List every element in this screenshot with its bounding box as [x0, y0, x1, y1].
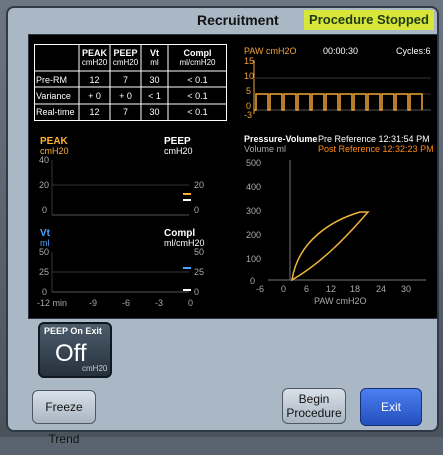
table-cell: 30	[149, 75, 160, 85]
table-cell: + 0	[119, 91, 132, 101]
col-peak-label: PEAK	[81, 48, 107, 58]
row-name-realtime: Real-time	[36, 107, 75, 117]
begin-procedure-button[interactable]: Begin Procedure	[282, 388, 346, 424]
pv-plot	[268, 160, 426, 282]
col-peep-label: PEEP	[113, 48, 138, 58]
col-vt-unit: ml	[150, 58, 159, 67]
paw-waveform: PAW cmH2O 00:00:30 Cycles:6 15 10 5 0 -3	[238, 44, 436, 121]
col-compl-unit: ml/cmH20	[179, 58, 216, 67]
table-cell: 12	[89, 107, 100, 117]
title-bar: Recruitment Procedure Stopped	[9, 10, 434, 32]
row-name-variance: Variance	[36, 91, 71, 101]
status-badge: Procedure Stopped	[304, 10, 434, 30]
table-cell: < 0.1	[187, 91, 208, 101]
peep-on-exit-button[interactable]: PEEP On Exit Off cmH20	[38, 322, 112, 378]
col-vt-label: Vt	[150, 48, 159, 58]
peep-exit-label: PEEP On Exit	[44, 326, 102, 336]
page-title: Recruitment	[197, 12, 279, 28]
col-compl-label: Compl	[183, 48, 212, 58]
exit-button[interactable]: Exit	[360, 388, 422, 426]
table-cell: 12	[89, 75, 100, 85]
table-cell: 30	[149, 107, 160, 117]
paw-plot	[253, 60, 431, 114]
row-name-prerm: Pre-RM	[36, 75, 67, 85]
col-peep-unit: cmH20	[112, 58, 139, 67]
table-cell: + 0	[88, 91, 101, 101]
table-cell: 7	[122, 107, 128, 117]
table-cell: < 1	[148, 91, 161, 101]
pv-loop	[291, 211, 370, 282]
paw-trace	[254, 93, 423, 111]
pressure-volume-chart: Pressure-Volume Volume ml Pre Reference …	[238, 130, 436, 308]
col-peak-unit: cmH20	[81, 58, 108, 67]
freeze-trend-button[interactable]: Freeze Trend	[32, 390, 96, 446]
table-cell: 7	[122, 75, 128, 85]
peep-exit-unit: cmH20	[82, 364, 108, 373]
table-cell: < 0.1	[187, 75, 208, 85]
trend-charts: PEAK cmH20 PEEP cmH20 40 20 0 20 0 Vt ml…	[34, 130, 227, 308]
measurements-table: PEAK cmH20 PEEP cmH20 Vt ml Compl ml/cmH…	[34, 44, 227, 121]
trend-plot	[51, 160, 191, 293]
table-cell: < 0.1	[187, 107, 208, 117]
